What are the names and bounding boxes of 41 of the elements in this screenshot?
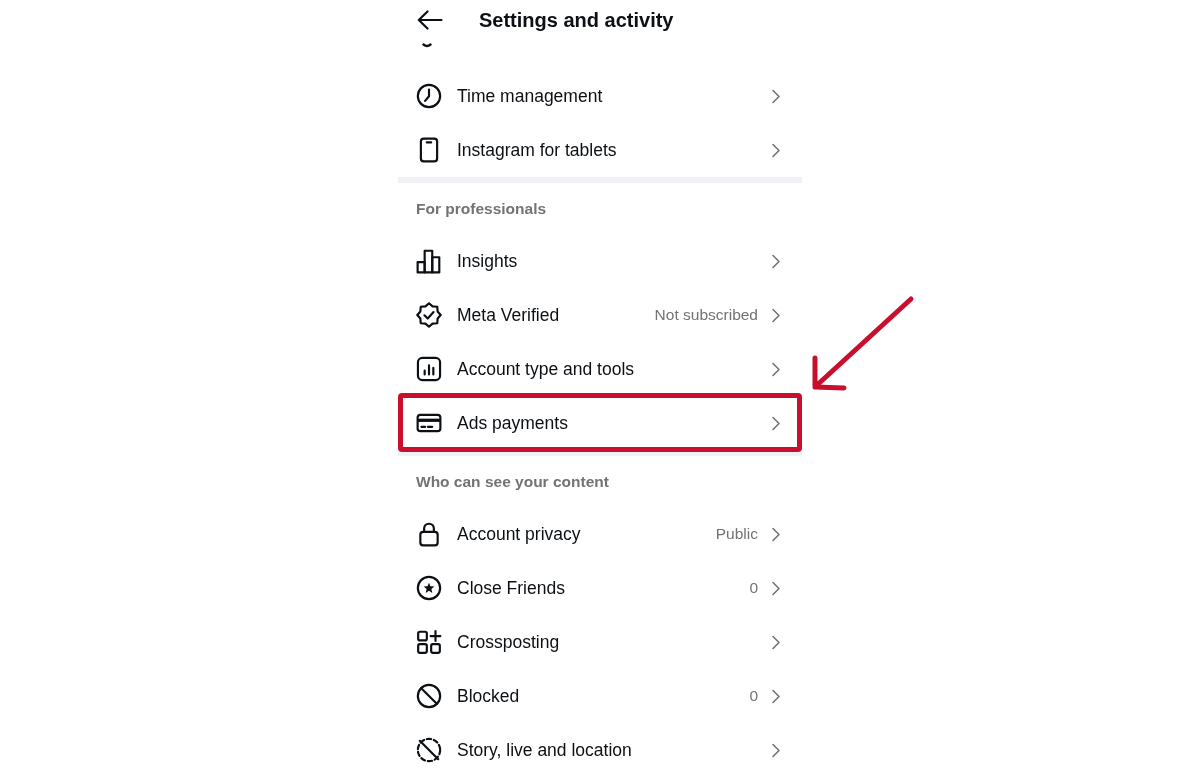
- status-text: 0: [749, 687, 758, 705]
- chevron-right-icon: [770, 415, 781, 431]
- back-arrow-icon: [417, 10, 443, 30]
- partial-icon: [422, 43, 432, 49]
- grid-plus-icon: [416, 629, 442, 655]
- clock-icon: [416, 83, 442, 109]
- section-heading: Who can see your content: [416, 473, 609, 490]
- menu-item[interactable]: Instagram for tablets: [398, 123, 802, 177]
- menu-item[interactable]: Story, live and location: [398, 723, 802, 771]
- chevron-right-icon: [770, 688, 781, 704]
- chevron-right-icon: [770, 307, 781, 323]
- chevron-right-icon: [770, 142, 781, 158]
- menu-item[interactable]: Account type and tools: [398, 342, 802, 396]
- menu-item[interactable]: Account privacy Public: [398, 507, 802, 561]
- menu-item[interactable]: Crossposting: [398, 615, 802, 669]
- status-text: Not subscribed: [654, 306, 758, 324]
- chart-square-icon: [416, 356, 442, 382]
- chevron-right-icon: [770, 88, 781, 104]
- chevron-right-icon: [770, 526, 781, 542]
- bar-chart-icon: [416, 248, 442, 274]
- status-text: 0: [749, 579, 758, 597]
- status-text: Public: [715, 525, 758, 543]
- star-circle-icon: [416, 575, 442, 601]
- chevron-right-icon: [770, 361, 781, 377]
- menu-item[interactable]: Ads payments: [398, 396, 802, 450]
- menu-item[interactable]: Meta Verified Not subscribed: [398, 288, 802, 342]
- menu-item[interactable]: Insights: [398, 234, 802, 288]
- chevron-right-icon: [770, 580, 781, 596]
- chevron-right-icon: [770, 742, 781, 758]
- dashed-circle-slash-icon: [416, 737, 442, 763]
- verified-badge-icon: [416, 302, 442, 328]
- menu-item[interactable]: Close Friends 0: [398, 561, 802, 615]
- chevron-right-icon: [770, 634, 781, 650]
- lock-icon: [416, 521, 442, 547]
- blocked-icon: [416, 683, 442, 709]
- back-button[interactable]: [417, 10, 443, 30]
- section-heading: For professionals: [416, 200, 547, 217]
- menu-item[interactable]: Blocked 0: [398, 669, 802, 723]
- screen-title: Settings and activity: [479, 8, 674, 32]
- chevron-right-icon: [770, 253, 781, 269]
- menu-item[interactable]: Time management: [398, 69, 802, 123]
